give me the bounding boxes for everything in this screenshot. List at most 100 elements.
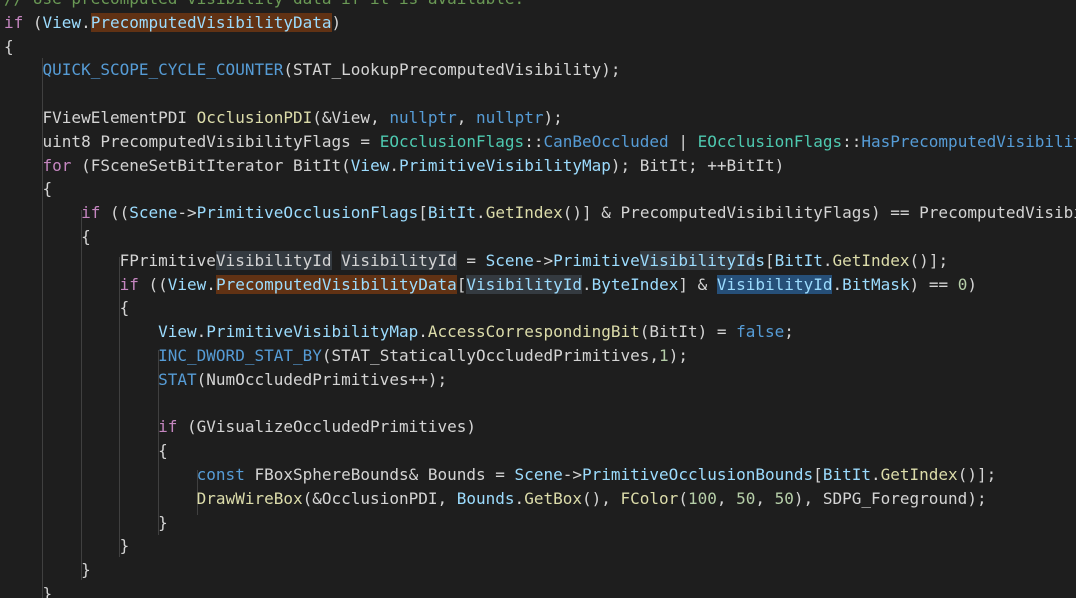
code-token: . <box>418 322 428 342</box>
code-line[interactable]: if (GVisualizeOccludedPrimitives) <box>4 415 1076 439</box>
code-token: DrawWireBox <box>196 488 303 508</box>
code-token: HasPrecomputedVisibility; <box>861 131 1076 151</box>
code-token: Primitive <box>553 250 640 270</box>
code-token: s <box>755 250 766 270</box>
code-token: VisibilityId <box>639 250 756 270</box>
code-token: OcclusionPDI <box>196 107 313 127</box>
code-token: 100 <box>687 488 717 508</box>
code-token: (STAT_StaticallyOccludedPrimitives, <box>321 345 660 365</box>
code-token: (STAT_LookupPrecomputedVisibility); <box>283 60 621 80</box>
code-token: -> <box>562 464 582 484</box>
code-line[interactable]: if ((View.PrecomputedVisibilityData[Visi… <box>4 273 1076 297</box>
code-token: GetBox <box>524 488 582 508</box>
code-token: const <box>196 464 245 484</box>
code-token: Bounds <box>456 488 515 508</box>
code-line[interactable]: } <box>4 534 1076 558</box>
code-token: ); <box>668 345 688 365</box>
code-line[interactable]: { <box>4 439 1076 463</box>
code-line[interactable]: const FBoxSphereBounds& Bounds = Scene->… <box>4 463 1076 487</box>
code-token: (BitIt) = <box>639 322 737 342</box>
code-token: VisibilityId <box>466 274 582 294</box>
code-line[interactable]: View.PrimitiveVisibilityMap.AccessCorres… <box>4 320 1076 344</box>
code-line[interactable]: // Use precomputed visibility data if it… <box>4 0 1076 11</box>
code-line[interactable]: FViewElementPDI OcclusionPDI(&View, null… <box>4 106 1076 130</box>
code-line[interactable]: STAT(NumOccludedPrimitives++); <box>4 368 1076 392</box>
code-line[interactable]: } <box>4 511 1076 535</box>
code-token: VisibilityId <box>341 250 457 270</box>
code-line[interactable]: { <box>4 296 1076 320</box>
code-token: PrecomputedVisibilityData <box>215 274 457 294</box>
code-token: View <box>42 12 82 32</box>
code-token: { <box>158 441 168 461</box>
code-token: :: <box>524 131 544 151</box>
code-token: 1 <box>659 345 669 365</box>
code-token: View <box>350 155 390 175</box>
code-line[interactable] <box>4 392 1076 416</box>
code-line[interactable]: { <box>4 225 1076 249</box>
code-token: Scene <box>129 203 178 223</box>
code-token: 50 <box>774 488 794 508</box>
code-line[interactable]: uint8 PrecomputedVisibilityFlags = EOccl… <box>4 130 1076 154</box>
code-token: CanBeOccluded <box>543 131 669 151</box>
code-token: Scene <box>485 250 534 270</box>
code-line[interactable]: if ((Scene->PrimitiveOcclusionFlags[BitI… <box>4 201 1076 225</box>
code-line[interactable]: { <box>4 177 1076 201</box>
code-line[interactable]: } <box>4 558 1076 582</box>
code-token: FPrimitive <box>119 250 216 270</box>
code-token: if <box>81 203 101 223</box>
code-token: FBoxSphereBounds& Bounds = <box>244 464 515 484</box>
code-token: VisibilityId <box>716 274 833 294</box>
code-line[interactable] <box>4 82 1076 106</box>
code-token: (&View, <box>312 107 390 127</box>
code-token: ] & <box>678 274 717 294</box>
code-lines[interactable]: // Use precomputed visibility data if it… <box>4 0 1076 598</box>
code-token: BitIt <box>822 464 871 484</box>
code-line[interactable]: for (FSceneSetBitIterator BitIt(View.Pri… <box>4 154 1076 178</box>
code-token: PrimitiveVisibilityMap <box>398 155 611 175</box>
code-line[interactable]: DrawWireBox(&OcclusionPDI, Bounds.GetBox… <box>4 487 1076 511</box>
code-token: STAT <box>158 369 197 389</box>
code-token: ()]; <box>957 464 997 484</box>
code-line[interactable]: if (View.PrecomputedVisibilityData) <box>4 11 1076 35</box>
code-line[interactable]: QUICK_SCOPE_CYCLE_COUNTER(STAT_LookupPre… <box>4 58 1076 82</box>
code-token: , <box>716 488 737 508</box>
code-token: . <box>196 322 207 342</box>
code-token: if <box>158 417 178 437</box>
code-token: { <box>42 179 53 199</box>
code-token: [ <box>813 464 823 484</box>
code-token: if <box>119 274 139 294</box>
code-token: BitIt <box>774 250 823 270</box>
code-token: ) <box>967 274 977 294</box>
code-token: PrimitiveOcclusionFlags <box>196 203 419 223</box>
code-token: View <box>158 322 197 342</box>
code-token: (NumOccludedPrimitives++); <box>196 369 448 389</box>
code-line[interactable]: FPrimitiveVisibilityId VisibilityId = Sc… <box>4 249 1076 273</box>
code-editor[interactable]: // Use precomputed visibility data if it… <box>0 0 1076 598</box>
code-token: PrecomputedVisibilityFlags = <box>90 131 380 151</box>
code-line[interactable]: { <box>4 35 1076 59</box>
code-token: PrimitiveVisibilityMap <box>206 322 419 342</box>
code-token: 50 <box>736 488 756 508</box>
code-token: [ <box>456 274 467 294</box>
code-token: GetIndex <box>880 464 958 484</box>
code-token: uint8 <box>42 131 91 151</box>
code-token: { <box>81 226 91 246</box>
code-token: . <box>870 464 881 484</box>
code-token: FViewElementPDI <box>42 107 188 127</box>
code-line[interactable]: } <box>4 582 1076 598</box>
code-line[interactable]: INC_DWORD_STAT_BY(STAT_StaticallyOcclude… <box>4 344 1076 368</box>
code-token: { <box>119 298 130 318</box>
code-token: AccessCorrespondingBit <box>427 322 640 342</box>
